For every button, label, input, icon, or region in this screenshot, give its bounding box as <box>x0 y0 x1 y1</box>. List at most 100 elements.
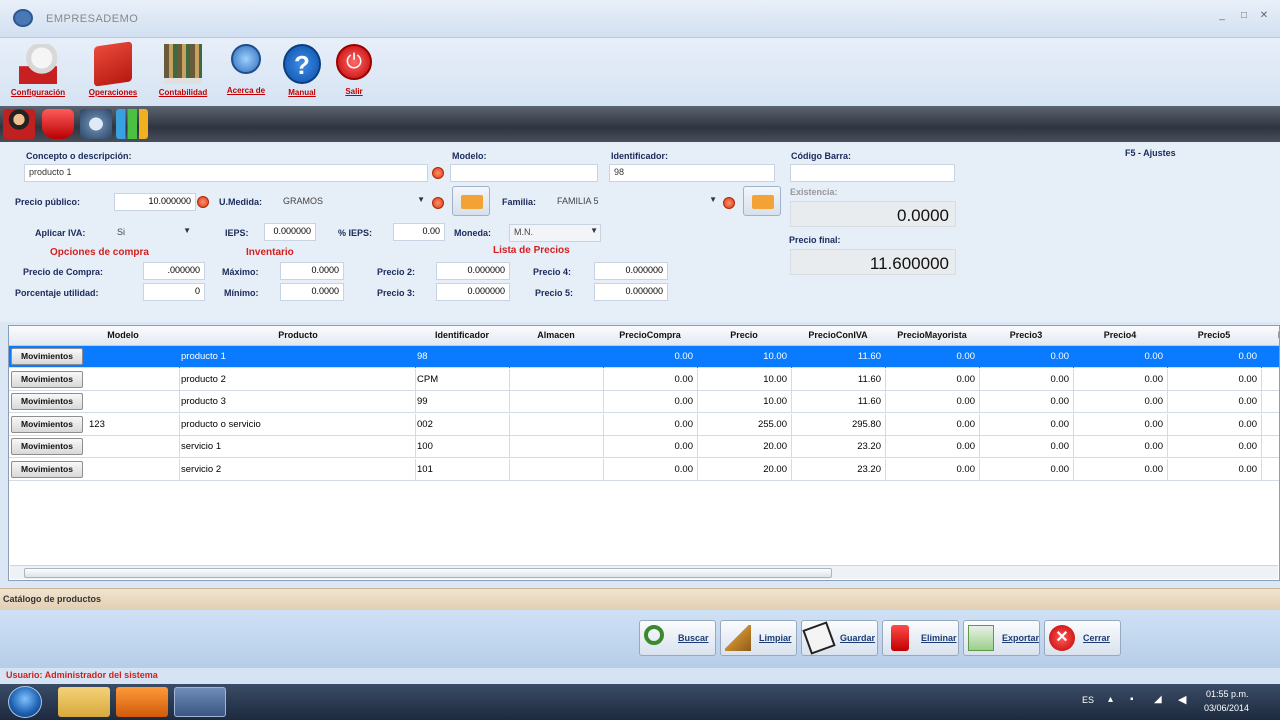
aplicar-iva-label: Aplicar IVA: <box>35 228 86 238</box>
limpiar-button[interactable]: Limpiar <box>720 620 797 656</box>
modelo-input[interactable] <box>450 164 598 182</box>
eliminar-button[interactable]: Eliminar <box>882 620 959 656</box>
menu-acerca-de[interactable]: Acerca de <box>220 44 272 95</box>
maximize-icon[interactable]: □ <box>1238 10 1250 21</box>
opciones-compra-title: Opciones de compra <box>50 247 149 258</box>
table-row[interactable]: Movimientos servicio 1 100 0.00 20.00 23.20 0.… <box>9 436 1279 458</box>
ieps-label: IEPS: <box>225 228 249 238</box>
col-identificador[interactable]: Identificador <box>415 330 509 340</box>
precio-info-icon[interactable] <box>197 196 209 208</box>
cell-precio3: 0.00 <box>1050 351 1070 362</box>
media-player-icon[interactable] <box>116 687 168 717</box>
cell-precio5: 0.00 <box>1238 441 1258 452</box>
menu-salir[interactable]: ⏻ Salir <box>333 44 375 96</box>
clock-time[interactable]: 01:55 p.m. <box>1206 689 1249 699</box>
precio-publico-input[interactable]: 10.000000 <box>114 193 196 211</box>
movimientos-button[interactable]: Movimientos <box>11 370 83 388</box>
network-icon[interactable] <box>80 109 112 139</box>
cart-icon[interactable] <box>42 109 74 139</box>
scrollbar-thumb[interactable] <box>24 568 832 578</box>
col-precio3[interactable]: Precio3 <box>979 330 1073 340</box>
user-icon[interactable] <box>3 109 35 139</box>
codigo-barra-input[interactable] <box>790 164 955 182</box>
umedida-folder-button[interactable] <box>452 186 490 216</box>
minimize-icon[interactable]: _ <box>1216 10 1228 21</box>
pct-ieps-label: % IEPS: <box>338 228 373 238</box>
language-indicator[interactable]: ES <box>1082 695 1094 705</box>
precio-compra-input[interactable]: .000000 <box>143 262 205 280</box>
concepto-info-icon[interactable] <box>432 167 444 179</box>
table-row[interactable]: Movimientos producto 2 CPM 0.00 10.00 11.60 0.… <box>9 368 1279 391</box>
flag-icon[interactable]: ▪ <box>1130 694 1134 705</box>
col-precio[interactable]: Precio <box>697 330 791 340</box>
exportar-button[interactable]: Exportar <box>963 620 1040 656</box>
app-taskbar-icon[interactable] <box>174 687 226 717</box>
movimientos-button[interactable]: Movimientos <box>11 438 83 455</box>
movimientos-button[interactable]: Movimientos <box>11 393 83 410</box>
cell-modelo: 123 <box>89 418 105 430</box>
action-panel: Buscar Limpiar Guardar Eliminar Exportar… <box>0 610 1280 668</box>
cell-precio3: 0.00 <box>1050 463 1070 475</box>
umedida-label: U.Medida: <box>219 197 263 207</box>
menu-manual[interactable]: ? Manual <box>278 44 326 97</box>
cell-producto: servicio 2 <box>181 463 222 475</box>
col-precio-mayorista[interactable]: PrecioMayorista <box>885 330 979 340</box>
col-almacen[interactable]: Almacen <box>509 330 603 340</box>
broom-icon <box>725 625 751 651</box>
col-precio4[interactable]: Precio4 <box>1073 330 1167 340</box>
tray-arrow-icon[interactable]: ▴ <box>1108 694 1113 705</box>
close-window-icon[interactable]: ✕ <box>1258 10 1270 21</box>
network-tray-icon[interactable]: ◢ <box>1154 694 1162 705</box>
porcentaje-utilidad-input[interactable]: 0 <box>143 283 205 301</box>
about-icon <box>231 44 261 74</box>
umedida-select[interactable]: GRAMOS ▼ <box>279 194 427 210</box>
guardar-button[interactable]: Guardar <box>801 620 878 656</box>
cell-precio-mayorista: 0.00 <box>956 418 976 430</box>
umedida-info-icon[interactable] <box>432 197 444 209</box>
movimientos-button[interactable]: Movimientos <box>11 460 83 478</box>
ieps-input[interactable]: 0.000000 <box>264 223 316 241</box>
precio-final-label: Precio final: <box>789 235 841 245</box>
col-precio-con-iva[interactable]: PrecioConIVA <box>791 330 885 340</box>
concepto-input[interactable]: producto 1 <box>24 164 428 182</box>
start-button[interactable] <box>8 686 42 718</box>
books-icon <box>164 44 202 84</box>
table-row[interactable]: Movimientos producto 1 98 0.00 10.00 11.60 0.0… <box>9 346 1279 368</box>
identificador-input[interactable]: 98 <box>609 164 775 182</box>
col-e[interactable]: E <box>1271 330 1279 340</box>
col-precio5[interactable]: Precio5 <box>1167 330 1261 340</box>
movimientos-button[interactable]: Movimientos <box>11 348 83 365</box>
chart-icon[interactable] <box>116 109 148 139</box>
table-row[interactable]: Movimientos producto 3 99 0.00 10.00 11.60 0.0… <box>9 391 1279 413</box>
menu-configuracion[interactable]: Configuración <box>5 44 71 97</box>
volume-icon[interactable]: ◀ <box>1178 693 1186 706</box>
familia-select[interactable]: FAMILIA 5 ▼ <box>553 194 719 210</box>
precio3-input[interactable]: 0.000000 <box>436 283 510 301</box>
col-modelo[interactable]: Modelo <box>87 330 159 340</box>
familia-info-icon[interactable] <box>723 197 735 209</box>
menu-operaciones[interactable]: Operaciones <box>80 41 146 97</box>
precio4-input[interactable]: 0.000000 <box>594 262 668 280</box>
power-icon: ⏻ <box>336 44 372 80</box>
menu-contabilidad[interactable]: Contabilidad <box>152 44 214 97</box>
folder-icon <box>94 41 132 87</box>
minimo-input[interactable]: 0.0000 <box>280 283 344 301</box>
horizontal-scrollbar[interactable] <box>10 565 1278 579</box>
col-precio-compra[interactable]: PrecioCompra <box>603 330 697 340</box>
table-row[interactable]: Movimientos servicio 2 101 0.00 20.00 23.20 0.… <box>9 458 1279 481</box>
precio2-input[interactable]: 0.000000 <box>436 262 510 280</box>
explorer-icon[interactable] <box>58 687 110 717</box>
pct-ieps-input[interactable]: 0.00 <box>393 223 445 241</box>
familia-folder-button[interactable] <box>743 186 781 216</box>
col-producto[interactable]: Producto <box>179 330 417 340</box>
table-row[interactable]: Movimientos 123 producto o servicio 002 0.00… <box>9 413 1279 436</box>
clock-date[interactable]: 03/06/2014 <box>1204 703 1249 713</box>
movimientos-button[interactable]: Movimientos <box>11 415 83 433</box>
maximo-input[interactable]: 0.0000 <box>280 262 344 280</box>
moneda-select[interactable]: M.N. ▼ <box>509 224 601 242</box>
aplicar-iva-select[interactable]: Si ▼ <box>113 225 193 241</box>
cell-precio: 10.00 <box>763 351 787 362</box>
buscar-button[interactable]: Buscar <box>639 620 716 656</box>
cerrar-button[interactable]: ✕ Cerrar <box>1044 620 1121 656</box>
precio5-input[interactable]: 0.000000 <box>594 283 668 301</box>
